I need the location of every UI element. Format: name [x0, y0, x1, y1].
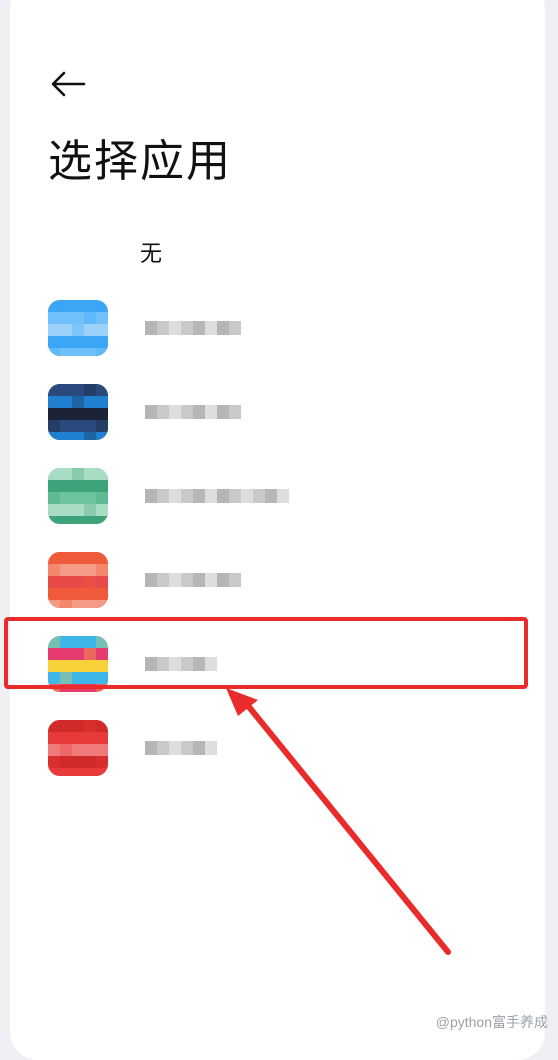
- blurred-app-name: [145, 734, 217, 762]
- app-red-icon: [48, 720, 108, 776]
- app-dark-icon: [48, 384, 108, 440]
- option-none[interactable]: 无: [0, 226, 558, 276]
- app-row[interactable]: [0, 292, 558, 364]
- app-row[interactable]: [0, 544, 558, 616]
- app-row[interactable]: [0, 460, 558, 532]
- blurred-app-name: [145, 314, 241, 342]
- app-blue-icon: [48, 300, 108, 356]
- blurred-app-name: [145, 482, 289, 510]
- blurred-app-name: [145, 566, 241, 594]
- app-row[interactable]: [0, 376, 558, 448]
- app-green-icon: [48, 468, 108, 524]
- arrow-left-icon: [50, 70, 86, 98]
- watermark: @python富手养成: [436, 1012, 548, 1032]
- app-row[interactable]: [0, 712, 558, 784]
- page-title: 选择应用: [48, 134, 232, 190]
- option-none-label: 无: [140, 236, 162, 268]
- app-orange-icon: [48, 552, 108, 608]
- back-button[interactable]: [50, 70, 86, 98]
- highlight-box: [4, 617, 528, 689]
- blurred-app-name: [145, 398, 241, 426]
